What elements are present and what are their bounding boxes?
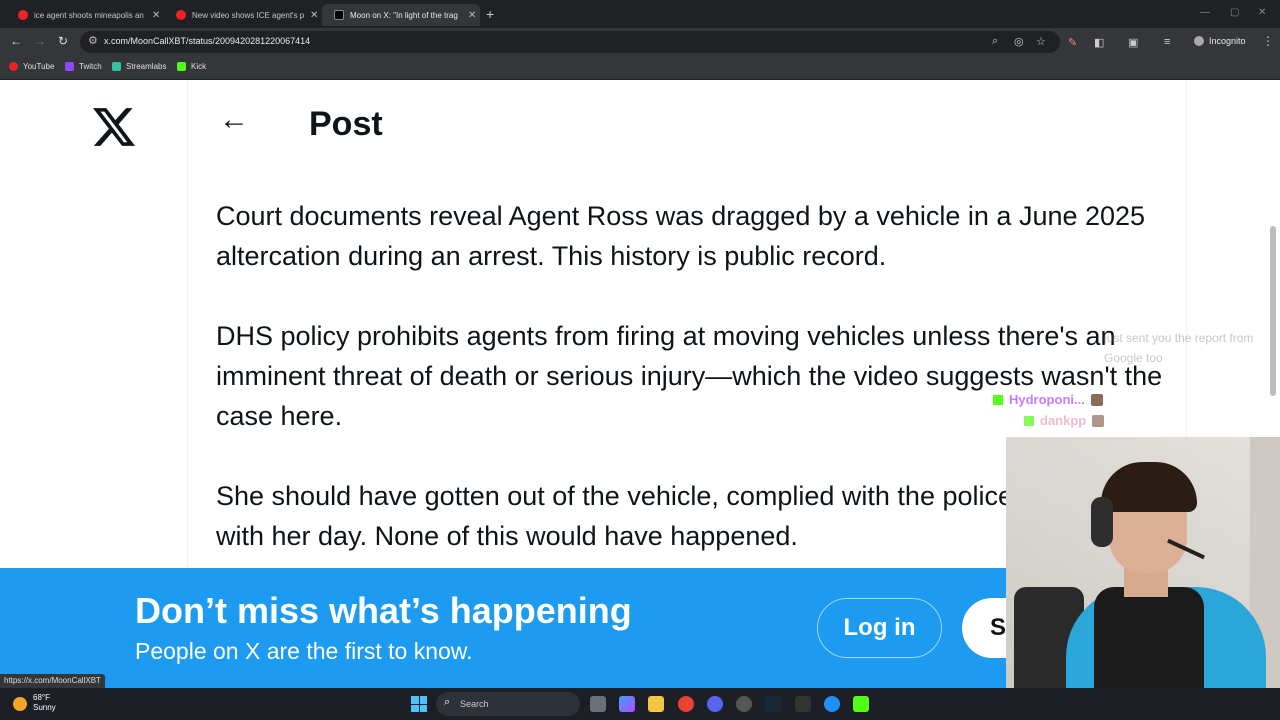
steam-icon[interactable] xyxy=(765,696,781,712)
temperature: 68°F xyxy=(33,693,50,702)
tab-title: New video shows ICE agent's p xyxy=(192,10,304,20)
browser-tab[interactable]: New video shows ICE agent's p ✕ xyxy=(164,4,320,26)
link-status-bubble: https://x.com/MoonCallXBT xyxy=(0,674,105,688)
webcam-overlay xyxy=(1006,437,1280,688)
bookmark-label: Kick xyxy=(191,62,207,71)
file-explorer-icon[interactable] xyxy=(648,696,664,712)
url-text: x.com/MoonCallXBT/status/200942028122006… xyxy=(104,36,311,46)
browser-tab[interactable]: ice agent shoots mineapolis an ✕ xyxy=(6,4,162,26)
post-paragraph: Court documents reveal Agent Ross was dr… xyxy=(216,201,1146,271)
banner-title: Don’t miss what’s happening xyxy=(135,590,632,631)
windows-start-icon[interactable] xyxy=(411,696,427,712)
close-icon[interactable]: ✕ xyxy=(468,10,476,21)
bookmark-streamlabs[interactable]: Streamlabs xyxy=(112,62,166,71)
close-window-icon[interactable]: ✕ xyxy=(1258,7,1266,18)
kick-icon[interactable] xyxy=(853,696,869,712)
bookmark-twitch[interactable]: Twitch xyxy=(65,62,102,71)
back-icon[interactable]: ← xyxy=(10,34,22,48)
youtube-icon xyxy=(9,62,18,71)
bookmarks-bar: YouTube Twitch Streamlabs Kick xyxy=(0,56,1280,80)
login-button[interactable]: Log in xyxy=(817,598,942,658)
headset-icon xyxy=(1091,497,1113,547)
new-tab-button[interactable]: + xyxy=(486,6,494,22)
x-logo-icon[interactable] xyxy=(93,106,135,148)
search-icon: ⌕ xyxy=(444,696,451,708)
browser-tab-bar: ice agent shoots mineapolis an ✕ New vid… xyxy=(0,0,1280,28)
chat-username: dankpp xyxy=(1040,413,1087,428)
extension-icon[interactable]: ✎ xyxy=(1068,36,1077,49)
close-icon[interactable]: ✕ xyxy=(310,10,318,21)
kick-icon xyxy=(1024,415,1034,426)
epic-games-icon[interactable] xyxy=(795,696,811,712)
chat-message: dankpp xyxy=(1024,413,1105,428)
address-bar[interactable]: ⚙ x.com/MoonCallXBT/status/2009420281220… xyxy=(80,31,1060,53)
chrome-icon[interactable] xyxy=(678,696,694,712)
bookmark-star-icon[interactable]: ☆ xyxy=(1036,35,1046,48)
minimize-icon[interactable]: — xyxy=(1200,7,1210,18)
copilot-icon[interactable] xyxy=(619,696,635,712)
forward-icon[interactable]: → xyxy=(34,34,46,48)
discord-icon[interactable] xyxy=(707,696,723,712)
eye-off-icon[interactable]: ◎ xyxy=(1014,35,1024,48)
profile-label: Incognito xyxy=(1209,36,1246,46)
bookmark-label: Streamlabs xyxy=(126,62,167,71)
site-info-icon[interactable]: ⚙ xyxy=(88,34,98,47)
bookmark-label: Twitch xyxy=(79,62,102,71)
browser-toolbar: ← → ↻ ⚙ x.com/MoonCallXBT/status/2009420… xyxy=(0,28,1280,56)
weather-condition: Sunny xyxy=(33,703,56,712)
page-scrollbar[interactable] xyxy=(1270,226,1276,396)
browser-tab-active[interactable]: Moon on X: "In light of the trag ✕ xyxy=(322,4,480,26)
tab-title: ice agent shoots mineapolis an xyxy=(34,10,144,20)
bookmark-kick[interactable]: Kick xyxy=(177,62,206,71)
zoom-icon[interactable]: ⌕ xyxy=(992,35,998,48)
chat-username: Hydroponi... xyxy=(1009,392,1085,407)
extensions-puzzle-icon[interactable]: ◧ xyxy=(1094,36,1104,49)
youtube-icon xyxy=(18,10,28,20)
chat-message-text: just sent you the report from Google too xyxy=(1104,331,1254,365)
incognito-icon xyxy=(1194,36,1204,46)
tab-title: Moon on X: "In light of the trag xyxy=(350,10,458,20)
bookmark-label: YouTube xyxy=(23,62,55,71)
app-icon[interactable] xyxy=(824,696,840,712)
taskbar-search[interactable]: ⌕ Search xyxy=(436,692,580,716)
page-title: Post xyxy=(309,105,383,143)
media-controls-icon[interactable]: ≡ xyxy=(1164,36,1170,48)
restore-icon[interactable]: ▢ xyxy=(1230,7,1239,18)
close-icon[interactable]: ✕ xyxy=(152,10,160,21)
banner-subtitle: People on X are the first to know. xyxy=(135,638,473,664)
reload-icon[interactable]: ↻ xyxy=(58,34,68,48)
weather-widget[interactable]: 68°F Sunny xyxy=(33,693,56,713)
x-icon xyxy=(334,10,344,20)
emote-icon xyxy=(1090,393,1103,406)
streamer-vest xyxy=(1094,587,1204,688)
weather-sun-icon[interactable] xyxy=(13,697,27,711)
bookmark-youtube[interactable]: YouTube xyxy=(9,62,54,71)
chat-message: Hydroponi... xyxy=(993,392,1103,407)
kick-icon xyxy=(993,394,1003,405)
split-view-icon[interactable]: ▣ xyxy=(1128,36,1138,49)
windows-taskbar: 68°F Sunny ⌕ Search xyxy=(0,688,1280,720)
back-arrow-icon[interactable]: ← xyxy=(219,103,249,137)
incognito-indicator[interactable]: Incognito xyxy=(1194,36,1246,46)
menu-icon[interactable]: ⋮ xyxy=(1262,34,1274,48)
obs-icon[interactable] xyxy=(736,696,752,712)
twitch-icon xyxy=(65,62,74,71)
task-view-icon[interactable] xyxy=(590,696,606,712)
youtube-icon xyxy=(176,10,186,20)
streamlabs-icon xyxy=(112,62,121,71)
kick-icon xyxy=(177,62,186,71)
search-label: Search xyxy=(460,699,489,709)
emote-icon xyxy=(1092,414,1105,427)
